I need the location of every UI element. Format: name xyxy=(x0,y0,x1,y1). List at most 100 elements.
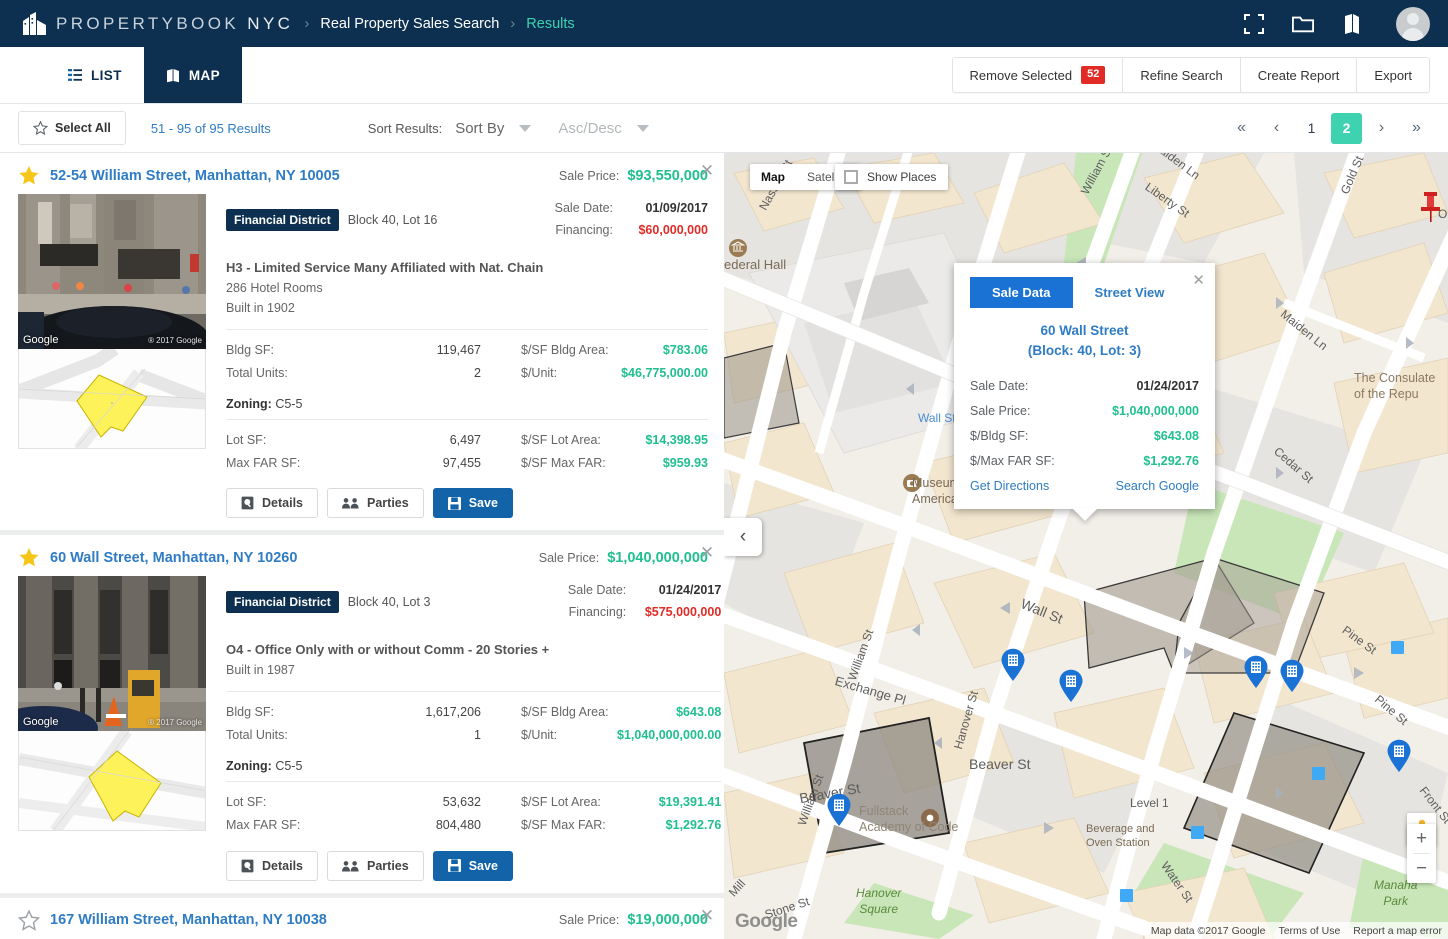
asc-desc-select[interactable]: Asc/Desc xyxy=(556,113,657,144)
transit-icon[interactable] xyxy=(1191,826,1204,839)
parties-button[interactable]: Parties xyxy=(327,850,424,881)
stat-row: Bldg SF: 119,467 $/SF Bldg Area: $783.06 xyxy=(226,339,708,362)
psf-max-far-value: $1,292.76 xyxy=(665,818,722,833)
property-card[interactable]: ✕ 167 William Street, Manhattan, NY 1003… xyxy=(0,897,724,939)
property-card[interactable]: ✕ 52-54 William Street, Manhattan, NY 10… xyxy=(0,153,724,536)
report-map-error-link[interactable]: Report a map error xyxy=(1353,925,1442,937)
details-button[interactable]: Details xyxy=(226,488,318,519)
parties-button[interactable]: Parties xyxy=(327,488,424,519)
map-info-window[interactable]: ✕ Sale Data Street View 60 Wall Street (… xyxy=(954,263,1215,509)
fullscreen-icon[interactable] xyxy=(1243,13,1265,35)
show-places-toggle[interactable]: Show Places xyxy=(835,164,949,190)
lot-sf-label: Lot SF: xyxy=(226,795,267,810)
collapse-list-button[interactable]: ‹ xyxy=(724,518,762,556)
refine-search-button[interactable]: Refine Search xyxy=(1123,58,1241,92)
create-report-button[interactable]: Create Report xyxy=(1241,58,1358,92)
remove-selected-button[interactable]: Remove Selected 52 xyxy=(953,58,1124,92)
info-window-block-lot: (Block: 40, Lot: 3) xyxy=(1027,343,1142,359)
page-next-button[interactable]: › xyxy=(1366,113,1397,144)
transit-icon[interactable] xyxy=(1391,641,1404,654)
page-2-button[interactable]: 2 xyxy=(1331,112,1362,144)
property-subline-1: 286 Hotel Rooms xyxy=(226,280,323,295)
tab-sale-data[interactable]: Sale Data xyxy=(970,277,1073,308)
red-pushpin-icon[interactable] xyxy=(1418,191,1444,223)
google-credit: ® 2017 Google xyxy=(148,336,202,345)
terms-of-use-link[interactable]: Terms of Use xyxy=(1278,925,1340,937)
map-pane[interactable]: Google William St Nassau St Liberty St M… xyxy=(724,153,1448,939)
lot-map-thumbnail[interactable] xyxy=(18,731,206,832)
select-all-button[interactable]: Select All xyxy=(18,111,126,145)
avatar[interactable] xyxy=(1396,6,1430,41)
page-1-button[interactable]: 1 xyxy=(1296,113,1327,144)
close-icon[interactable]: ✕ xyxy=(699,907,715,924)
psf-max-far-value: $959.93 xyxy=(662,456,708,471)
get-directions-link[interactable]: Get Directions xyxy=(970,479,1049,493)
details-button[interactable]: Details xyxy=(226,850,318,881)
stat-row: Total Units: 2 $/Unit: $46,775,000.00 xyxy=(226,362,708,385)
district-badge: Financial District xyxy=(226,208,339,231)
show-places-checkbox[interactable] xyxy=(844,170,858,184)
floppy-save-icon xyxy=(447,496,461,510)
page-first-button[interactable]: « xyxy=(1226,113,1257,144)
save-label: Save xyxy=(468,858,498,873)
property-pin-icon[interactable] xyxy=(1386,739,1412,773)
property-address[interactable]: 52-54 William Street, Manhattan, NY 1000… xyxy=(50,168,340,184)
document-search-icon xyxy=(241,496,254,510)
building-logo-icon xyxy=(23,11,46,35)
lot-stats: Lot SF: 53,632 $/SF Lot Area: $19,391.41… xyxy=(226,781,722,837)
close-icon[interactable]: ✕ xyxy=(699,162,715,179)
results-list-pane[interactable]: ✕ 52-54 William Street, Manhattan, NY 10… xyxy=(0,153,724,939)
per-unit-label: $/Unit: xyxy=(521,728,558,743)
close-icon[interactable]: ✕ xyxy=(699,544,715,561)
stat-row: Lot SF: 53,632 $/SF Lot Area: $19,391.41 xyxy=(226,791,721,814)
streetview-thumbnail[interactable]: Google ® 2017 Google xyxy=(18,194,206,349)
transit-icon[interactable] xyxy=(1312,767,1325,780)
property-pin-icon[interactable] xyxy=(1279,659,1305,693)
map-type-map[interactable]: Map xyxy=(750,164,796,190)
property-address[interactable]: 167 William Street, Manhattan, NY 10038 xyxy=(50,912,327,928)
property-card[interactable]: ✕ 60 Wall Street, Manhattan, NY 10260 Sa… xyxy=(0,535,724,898)
psf-bldg-label: $/SF Bldg Area: xyxy=(521,705,609,719)
map-icon[interactable] xyxy=(1341,13,1363,35)
property-pin-icon[interactable] xyxy=(826,793,852,827)
star-filled-icon[interactable] xyxy=(18,547,40,568)
sale-price-value: $1,040,000,000 xyxy=(607,549,708,566)
lot-sf-value: 6,497 xyxy=(449,433,481,447)
lot-map-thumbnail[interactable] xyxy=(18,349,206,449)
tab-street-view[interactable]: Street View xyxy=(1073,277,1187,308)
property-pin-icon[interactable] xyxy=(1000,648,1026,682)
people-icon xyxy=(342,498,359,509)
museum-poi-icon[interactable] xyxy=(728,238,748,258)
zoom-in-button[interactable]: + xyxy=(1407,824,1436,853)
export-button[interactable]: Export xyxy=(1357,58,1429,92)
property-pin-icon[interactable] xyxy=(1243,655,1269,689)
close-icon[interactable]: ✕ xyxy=(1192,271,1205,289)
star-filled-icon[interactable] xyxy=(18,165,40,186)
search-google-link[interactable]: Search Google xyxy=(1116,479,1199,493)
breadcrumb-results[interactable]: Results xyxy=(526,16,574,32)
folder-icon[interactable] xyxy=(1292,13,1314,35)
streetview-thumbnail[interactable]: Google ® 2017 Google xyxy=(18,576,206,732)
property-pin-icon[interactable] xyxy=(1058,669,1084,703)
page-last-button[interactable]: » xyxy=(1401,113,1432,144)
save-button[interactable]: Save xyxy=(432,488,513,519)
bldg-sf-value: 1,617,206 xyxy=(425,705,481,719)
tab-list[interactable]: LIST xyxy=(46,47,144,103)
max-far-sf-label: Max FAR SF: xyxy=(226,818,301,833)
transit-icon[interactable] xyxy=(1120,889,1133,902)
block-lot-label: Block 40, Lot 16 xyxy=(347,212,438,227)
zoom-out-button[interactable]: − xyxy=(1407,854,1436,883)
save-button[interactable]: Save xyxy=(432,850,513,881)
star-outline-icon[interactable] xyxy=(18,909,40,931)
page-prev-button[interactable]: ‹ xyxy=(1261,113,1292,144)
info-sale-date-label: Sale Date: xyxy=(970,378,1029,393)
sort-by-value: Sort By xyxy=(455,119,505,137)
pagination: « ‹ 1 2 › » xyxy=(1226,112,1432,144)
breadcrumb-search[interactable]: Real Property Sales Search xyxy=(320,16,499,32)
sort-by-select[interactable]: Sort By xyxy=(453,113,540,144)
map-credit-bar: Map data ©2017 Google Terms of Use Repor… xyxy=(1144,922,1448,939)
poi-beverage-oven: Beverage and Oven Station xyxy=(1086,823,1155,849)
brand-logo[interactable]: PROPERTYBOOK NYC xyxy=(22,11,293,36)
property-address[interactable]: 60 Wall Street, Manhattan, NY 10260 xyxy=(50,550,297,566)
tab-map[interactable]: MAP xyxy=(143,47,243,103)
